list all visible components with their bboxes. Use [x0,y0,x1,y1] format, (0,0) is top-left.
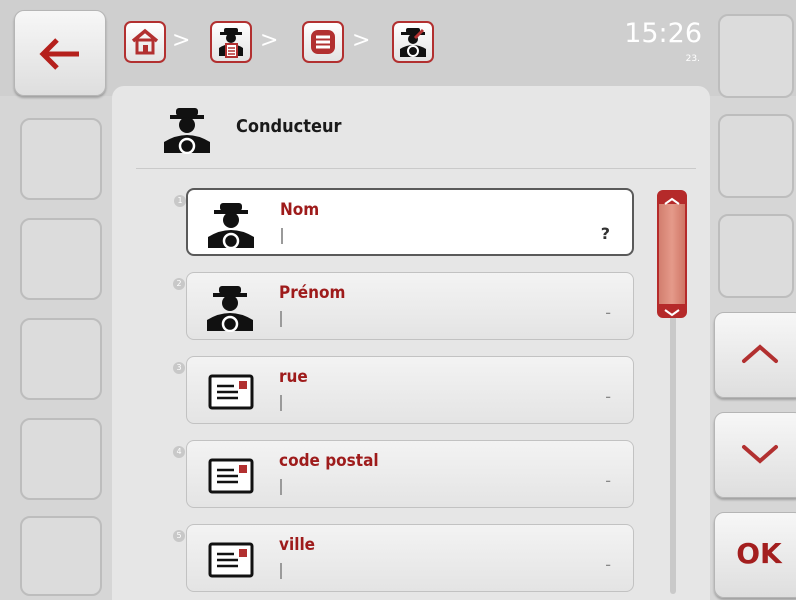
softkey-right-1[interactable] [718,14,794,98]
softkey-left-3[interactable] [20,318,102,400]
driver-icon [208,203,254,249]
softkey-right-3[interactable] [718,214,794,298]
home-icon [131,28,159,55]
ok-button[interactable]: OK [714,512,796,598]
field-value: ? [600,224,610,243]
text-cursor [280,479,282,495]
breadcrumb-separator: > [172,28,191,53]
scrollbar-cap-bottom [659,304,685,317]
softkey-left-4[interactable] [20,418,102,500]
chevron-down-icon [664,309,680,317]
row-icon [201,451,261,501]
field-value: - [605,387,611,406]
text-cursor [281,228,283,244]
breadcrumb-home[interactable] [124,21,166,63]
address-card-icon [208,374,254,410]
row-icon [201,283,261,333]
field-label: code postal [279,451,379,471]
main-panel: Conducteur 1 Nom ? 2 Prénom - 3 rue - 4 … [112,86,710,600]
field-label: rue [279,367,308,387]
text-cursor [280,563,282,579]
list-icon [311,30,335,54]
page-title: Conducteur [236,116,342,137]
field-row-prenom[interactable]: 2 Prénom - [173,272,634,340]
field-row-rue[interactable]: 3 rue - [173,356,634,424]
softkey-left-2[interactable] [20,218,102,300]
breadcrumb-separator: > [352,28,371,53]
breadcrumb-separator: > [260,28,279,53]
clock-time: 15:26 [624,18,702,49]
field-value: - [605,555,611,574]
row-icon [201,535,261,585]
row-number: 3 [173,362,185,374]
field-label: Nom [280,200,320,220]
scroll-up-button[interactable] [714,312,796,398]
driver-edit-icon [400,28,426,57]
breadcrumb-driver-list[interactable] [210,21,252,63]
arrow-left-icon [39,38,79,70]
scrollbar-thumb[interactable] [657,190,687,318]
address-card-icon [208,458,254,494]
header-divider [136,168,696,169]
softkey-right-2[interactable] [718,114,794,198]
field-row-ville[interactable]: 5 ville - [173,524,634,592]
softkey-left-1[interactable] [20,118,102,200]
clock-date: 23. [685,54,700,64]
address-card-icon [208,542,254,578]
back-button[interactable] [14,10,106,96]
chevron-down-icon [742,445,778,464]
softkey-left-5[interactable] [20,516,102,596]
field-value: - [605,303,611,322]
breadcrumb-list[interactable] [302,21,344,63]
row-number: 5 [173,530,185,542]
row-number: 2 [173,278,185,290]
field-value: - [605,471,611,490]
field-label: Prénom [279,283,346,303]
row-icon [202,200,262,250]
breadcrumb-driver-edit[interactable] [392,21,434,63]
row-icon [201,367,261,417]
row-number: 1 [174,195,186,207]
chevron-up-icon [742,344,778,363]
scroll-down-button[interactable] [714,412,796,498]
scrollbar-cap-top [659,192,685,205]
field-label: ville [279,535,316,555]
chevron-up-icon [664,197,680,205]
driver-list-icon [219,28,243,58]
driver-icon [164,108,210,154]
field-row-code-postal[interactable]: 4 code postal - [173,440,634,508]
field-row-nom[interactable]: 1 Nom ? [174,188,634,256]
text-cursor [280,311,282,327]
text-cursor [280,395,282,411]
driver-icon [207,286,253,332]
row-number: 4 [173,446,185,458]
ok-label: OK [736,537,782,570]
